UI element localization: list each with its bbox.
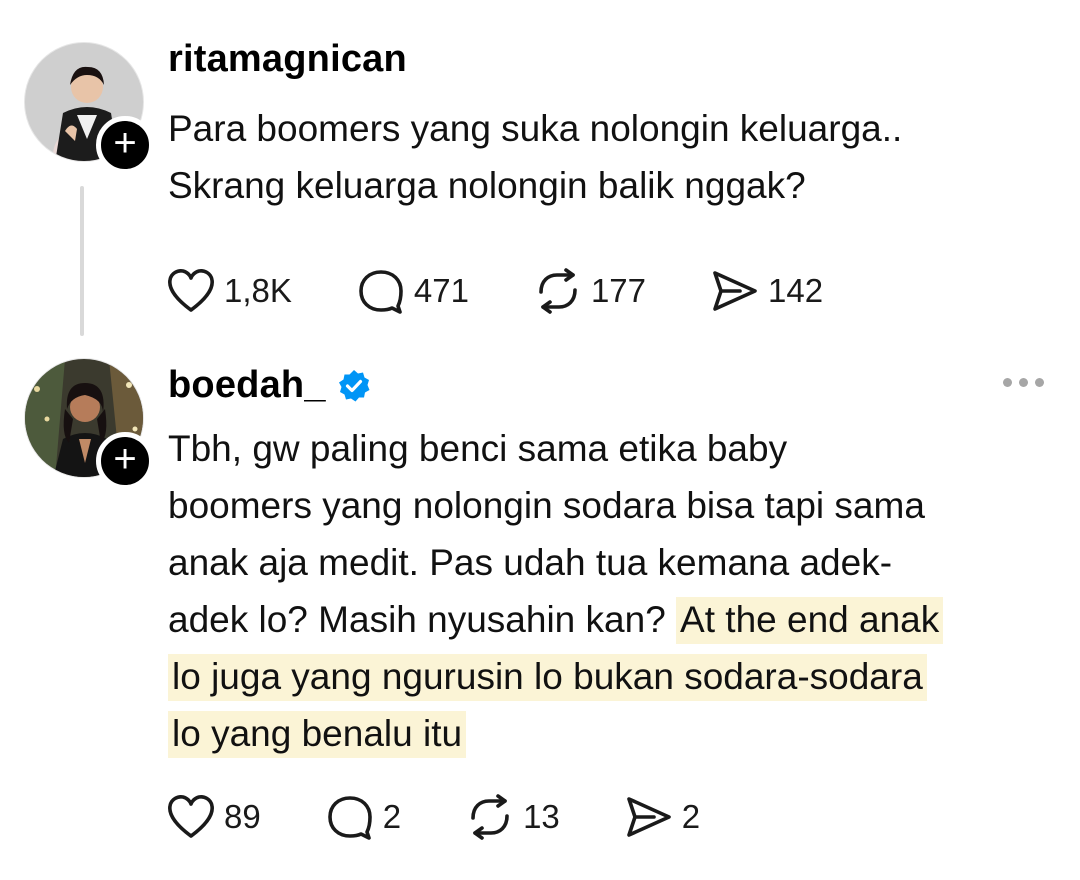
- share-icon: [626, 797, 671, 837]
- like-count: 1,8K: [224, 272, 292, 309]
- post-text: Para boomers yang suka nolongin keluarga…: [168, 100, 1048, 214]
- reply-button[interactable]: 2: [325, 794, 401, 840]
- post-text-line: anak aja medit. Pas udah tua kemana adek…: [168, 542, 893, 583]
- share-count: 142: [768, 272, 824, 309]
- username[interactable]: boedah_: [168, 364, 372, 407]
- verified-icon: [336, 368, 372, 404]
- repost-icon: [471, 794, 509, 840]
- action-bar: 1,8K 471 177 142: [166, 268, 887, 314]
- like-count: 89: [224, 798, 261, 835]
- reply-count: 471: [413, 272, 469, 309]
- action-bar: 89 2 13 2: [166, 794, 764, 840]
- plus-icon: +: [113, 437, 137, 481]
- username-text[interactable]: boedah_: [168, 364, 326, 407]
- username[interactable]: ritamagnican: [168, 38, 407, 81]
- like-button[interactable]: 1,8K: [166, 268, 292, 314]
- reply-button[interactable]: 471: [356, 268, 469, 314]
- post-text-line: Tbh, gw paling benci sama etika baby: [168, 428, 788, 469]
- follow-button[interactable]: +: [96, 432, 154, 490]
- share-icon: [713, 271, 757, 311]
- repost-button[interactable]: 13: [465, 794, 560, 840]
- post-text-line: lo juga yang ngurusin lo bukan sodara-so…: [168, 648, 1048, 705]
- highlighted-text: At the end anak: [676, 597, 944, 644]
- thread-post: + ritamagnican Para boomers yang suka no…: [0, 0, 1080, 350]
- post-text-line: lo yang benalu itu: [168, 705, 1048, 762]
- post-text-segment: adek lo? Masih nyusahin kan?: [168, 599, 666, 640]
- share-button[interactable]: 2: [624, 794, 700, 840]
- thread-post: + boedah_ Tbh, gw paling benci sama etik…: [0, 350, 1080, 880]
- repost-button[interactable]: 177: [533, 268, 646, 314]
- thread-connector: [80, 186, 84, 336]
- reply-count: 2: [382, 798, 402, 835]
- follow-button[interactable]: +: [96, 116, 154, 174]
- heart-icon: [168, 795, 214, 838]
- highlighted-text: lo juga yang ngurusin lo bukan sodara-so…: [168, 654, 927, 701]
- comment-icon: [327, 796, 372, 840]
- comment-icon: [359, 270, 403, 314]
- plus-icon: +: [113, 121, 137, 165]
- like-button[interactable]: 89: [166, 794, 261, 840]
- post-text-line: adek lo? Masih nyusahin kan? At the end …: [168, 591, 1048, 648]
- share-button[interactable]: 142: [710, 268, 823, 314]
- more-icon[interactable]: [1003, 378, 1044, 387]
- highlighted-text: lo yang benalu itu: [168, 711, 467, 758]
- share-count: 2: [681, 798, 701, 835]
- post-text-line: Para boomers yang suka nolongin keluarga…: [168, 108, 903, 149]
- post-text: Tbh, gw paling benci sama etika baby boo…: [168, 420, 1048, 762]
- username-text[interactable]: ritamagnican: [168, 38, 407, 81]
- repost-icon: [539, 268, 577, 314]
- heart-icon: [168, 269, 214, 312]
- repost-count: 13: [523, 798, 560, 835]
- repost-count: 177: [590, 272, 647, 309]
- post-text-line: boomers yang nolongin sodara bisa tapi s…: [168, 485, 925, 526]
- post-text-line: Skrang keluarga nolongin balik nggak?: [168, 165, 806, 206]
